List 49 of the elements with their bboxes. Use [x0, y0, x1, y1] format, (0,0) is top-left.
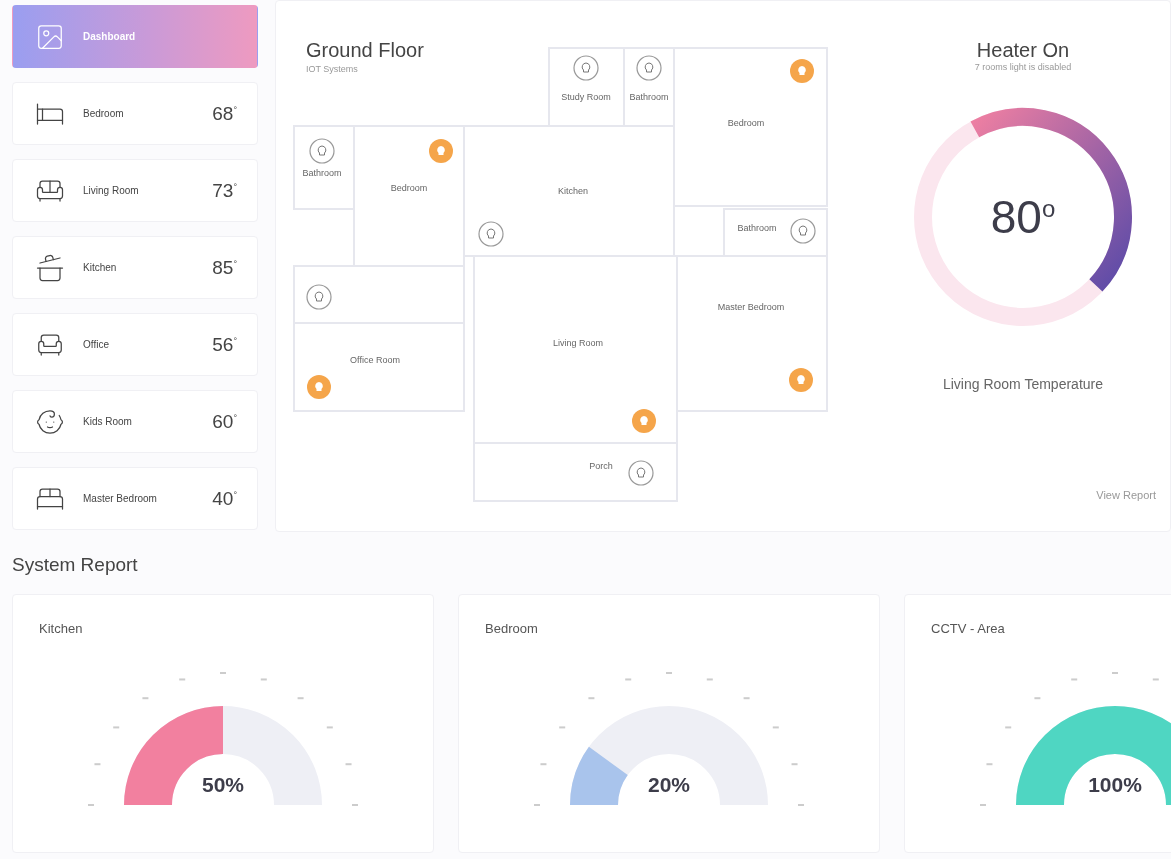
temperature-value: 85$^{°}$: [212, 256, 237, 279]
pot-icon: [35, 252, 65, 283]
temperature-value: 73$^{°}$: [212, 179, 237, 202]
card-title: Kitchen: [39, 621, 83, 636]
lightbulb-icon[interactable]: [306, 284, 332, 310]
room-label: Master Bedroom: [717, 302, 785, 312]
temperature-reading: 80$^{o}$: [990, 190, 1056, 244]
floor-title: Ground Floor: [306, 39, 424, 62]
sidebar-item[interactable]: Bedroom 68$^{°}$: [12, 82, 258, 145]
heater-title: Heater On: [976, 39, 1070, 62]
room-label: Porch: [589, 461, 613, 471]
lightbulb-icon[interactable]: [429, 139, 453, 163]
heater-subtitle: 7 rooms light is disabled: [974, 62, 1072, 72]
room-label: Bathroom: [737, 223, 777, 233]
lightbulb-icon[interactable]: [789, 368, 813, 392]
sidebar-item[interactable]: Kids Room 60$^{°}$: [12, 390, 258, 453]
dial-caption: Living Room Temperature: [942, 376, 1103, 392]
lightbulb-icon[interactable]: [790, 59, 814, 83]
sidebar-item[interactable]: Kitchen 85$^{°}$: [12, 236, 258, 299]
temperature-value: 68$^{°}$: [212, 102, 237, 125]
section-title: System Report: [12, 554, 139, 576]
room-label: Bedroom: [727, 118, 765, 128]
room-label: Bathroom: [629, 92, 669, 102]
lightbulb-icon[interactable]: [636, 55, 662, 81]
sidebar-item[interactable]: Master Bedroom 40$^{°}$: [12, 467, 258, 530]
lightbulb-icon[interactable]: [573, 55, 599, 81]
lightbulb-icon[interactable]: [478, 221, 504, 247]
temperature-value: 60$^{°}$: [212, 410, 237, 433]
temperature-value: 56$^{°}$: [212, 333, 237, 356]
gauge-reading: 100%: [1088, 773, 1142, 797]
gauge-reading: 50%: [202, 773, 244, 797]
room-label: Kitchen: [558, 186, 588, 196]
room-label: Bathroom: [302, 168, 342, 178]
temperature-value: 40$^{°}$: [212, 487, 237, 510]
sidebar-item[interactable]: Office 56$^{°}$: [12, 313, 258, 376]
room-label: Living Room: [553, 338, 603, 348]
lightbulb-icon[interactable]: [628, 460, 654, 486]
card-title: CCTV - Area: [931, 621, 1005, 636]
lightbulb-icon[interactable]: [790, 218, 816, 244]
room-label: Study Room: [561, 92, 611, 102]
lightbulb-icon[interactable]: [309, 138, 335, 164]
lightbulb-icon[interactable]: [307, 375, 331, 399]
room-label: Office Room: [350, 355, 400, 365]
gauge-reading: 20%: [648, 773, 690, 797]
lightbulb-icon[interactable]: [632, 409, 656, 433]
sidebar-item[interactable]: Living Room 73$^{°}$: [12, 159, 258, 222]
room-label: Bedroom: [390, 183, 428, 193]
card-title: Bedroom: [485, 621, 538, 636]
floor-subtitle: IOT Systems: [306, 64, 359, 74]
